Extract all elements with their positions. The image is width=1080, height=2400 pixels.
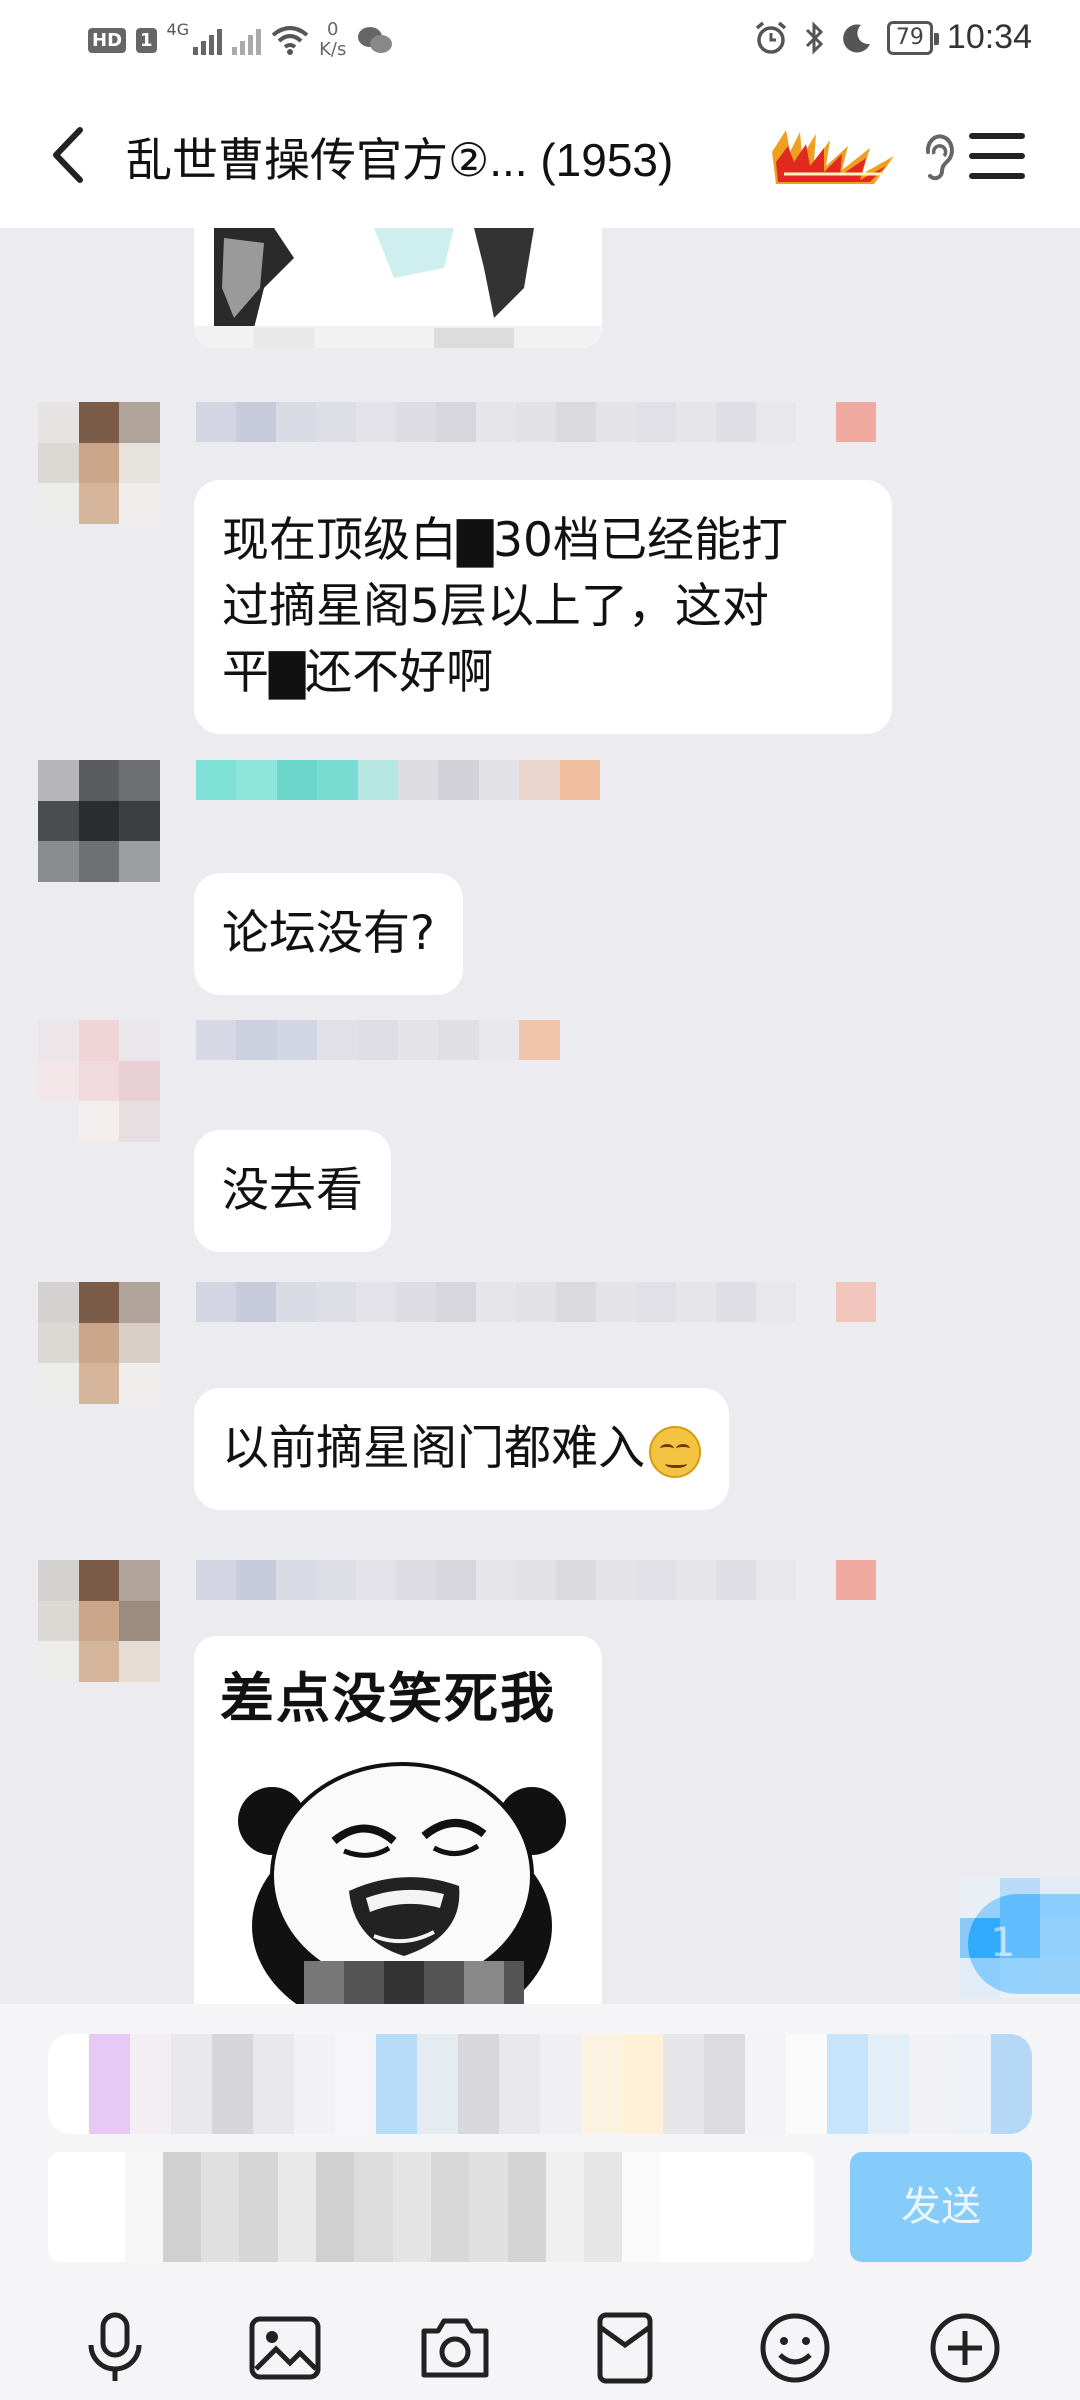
net-speed: 0 K/s — [319, 20, 346, 60]
sender-name — [196, 760, 600, 800]
net-speed-unit: K/s — [319, 39, 347, 60]
moon-icon — [843, 23, 870, 52]
battery-indicator: 79 — [886, 20, 939, 55]
plus-icon[interactable] — [926, 2309, 1004, 2387]
message-input[interactable] — [48, 2152, 814, 2262]
microphone-icon[interactable] — [76, 2309, 154, 2387]
message-line: 没去看 — [222, 1163, 363, 1218]
smirk-emoji-icon — [649, 1425, 701, 1478]
network-type: 4G — [166, 20, 190, 39]
red-packet-icon[interactable] — [586, 2309, 664, 2387]
status-time: 10:34 — [946, 18, 1032, 56]
chat-header: 乱世曹操传官方②... (1953) — [0, 80, 1080, 228]
status-right: 79 10:34 — [753, 18, 1032, 57]
send-button[interactable]: 发送 — [850, 2152, 1032, 2262]
avatar[interactable] — [38, 402, 160, 524]
back-arrow-icon[interactable] — [40, 120, 100, 190]
avatar[interactable] — [38, 1282, 160, 1404]
signal-icon — [193, 25, 223, 55]
emoji-icon[interactable] — [756, 2309, 834, 2387]
sim-badge: 1 — [136, 27, 157, 53]
status-bar: HD 1 4G 0 K/s 79 10:34 — [0, 0, 1080, 80]
sticker-message-partial[interactable] — [194, 228, 602, 348]
level-badge-logo — [772, 130, 894, 184]
input-area: 发送 — [0, 2004, 1080, 2400]
avatar[interactable] — [38, 1560, 160, 1682]
sender-name — [196, 1560, 916, 1600]
message-bubble[interactable]: 论坛没有? — [194, 873, 463, 995]
message-bubble[interactable]: 以前摘星阁门都难入 — [194, 1388, 729, 1510]
message-line: 现在顶级白▇30档已经能打 — [222, 513, 788, 568]
avatar[interactable] — [38, 1020, 160, 1142]
camera-icon[interactable] — [416, 2309, 494, 2387]
message-bubble[interactable]: 没去看 — [194, 1130, 391, 1252]
unread-badge-overlay — [960, 1878, 1080, 1998]
menu-icon[interactable] — [968, 130, 1026, 182]
net-speed-value: 0 — [327, 19, 339, 40]
alarm-icon — [755, 21, 787, 54]
wechat-icon — [358, 27, 393, 53]
image-icon[interactable] — [246, 2309, 324, 2387]
ear-icon[interactable] — [918, 132, 958, 184]
signal-2-icon — [232, 25, 262, 55]
quick-reply-strip[interactable] — [48, 2034, 1032, 2134]
bluetooth-icon — [805, 20, 824, 55]
message-line: 以前摘星阁门都难入 — [222, 1421, 645, 1476]
sticker-message[interactable]: 差点没笑死我 — [194, 1636, 602, 2004]
message-line: 论坛没有? — [222, 906, 435, 961]
panda-sticker-image — [238, 1762, 566, 2004]
wifi-icon — [271, 26, 309, 55]
message-line: 平▇还不好啊 — [222, 645, 494, 700]
input-toolbar — [0, 2296, 1080, 2400]
chat-area[interactable]: 现在顶级白▇30档已经能打 过摘星阁5层以上了，这对 平▇还不好啊 论坛没有? … — [0, 228, 1080, 2004]
status-left: HD 1 4G 0 K/s — [88, 20, 394, 60]
avatar[interactable] — [38, 760, 160, 882]
sender-name — [196, 1282, 916, 1322]
message-line: 过摘星阁5层以上了，这对 — [222, 579, 769, 634]
sticker-image-partial — [194, 228, 602, 348]
hd-badge: HD — [88, 27, 127, 53]
sender-name — [196, 1020, 600, 1060]
message-bubble[interactable]: 现在顶级白▇30档已经能打 过摘星阁5层以上了，这对 平▇还不好啊 — [194, 480, 892, 734]
chat-title[interactable]: 乱世曹操传官方②... (1953) — [126, 124, 673, 190]
sender-name — [196, 402, 916, 442]
